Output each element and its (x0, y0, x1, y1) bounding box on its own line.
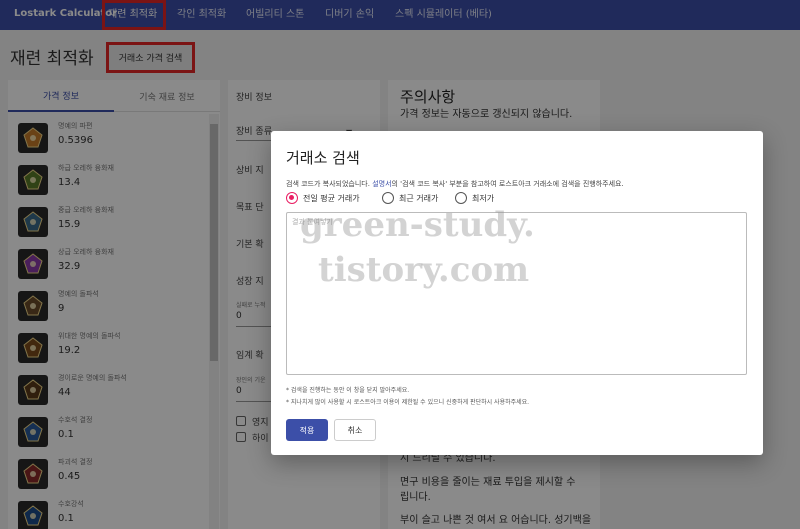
dialog-note-1: * 검색을 진행하는 동안 이 창을 닫지 말아주세요. (286, 387, 410, 394)
manual-link[interactable]: 설명서 (372, 180, 391, 188)
radio-checked-icon (286, 192, 298, 204)
dialog-note-2: * 지나치게 많이 사용할 시 로스트아크 이용이 제한될 수 있으니 신중하게… (286, 399, 530, 406)
market-search-dialog: 거래소 검색 검색 코드가 복사되었습니다. 설명서의 '검색 코드 복사' 부… (271, 131, 763, 455)
radio-label-average-price: 전일 평균 거래가 (303, 193, 360, 203)
radio-label-lowest-price: 최저가 (472, 193, 495, 203)
dialog-description-text-2: 의 '검색 코드 복사' 부분을 참고하여 로스트아크 거래소에 검색을 진행하… (391, 180, 624, 188)
apply-button[interactable]: 적용 (286, 419, 328, 441)
radio-recent-price[interactable]: 최근 거래가 (382, 191, 438, 205)
radio-lowest-price[interactable]: 최저가 (455, 191, 494, 205)
dialog-title: 거래소 검색 (286, 149, 360, 167)
watermark-line-1: green-study. (300, 205, 535, 245)
radio-label-recent-price: 최근 거래가 (399, 193, 439, 203)
dialog-description-text: 검색 코드가 복사되었습니다. (286, 180, 373, 188)
radio-average-price[interactable]: 전일 평균 거래가 (286, 191, 360, 205)
dialog-description: 검색 코드가 복사되었습니다. 설명서의 '검색 코드 복사' 부분을 참고하여… (286, 179, 624, 189)
cancel-button[interactable]: 취소 (334, 419, 376, 441)
radio-unchecked-icon (382, 192, 394, 204)
watermark-line-2: tistory.com (318, 250, 530, 290)
radio-unchecked-icon (455, 192, 467, 204)
